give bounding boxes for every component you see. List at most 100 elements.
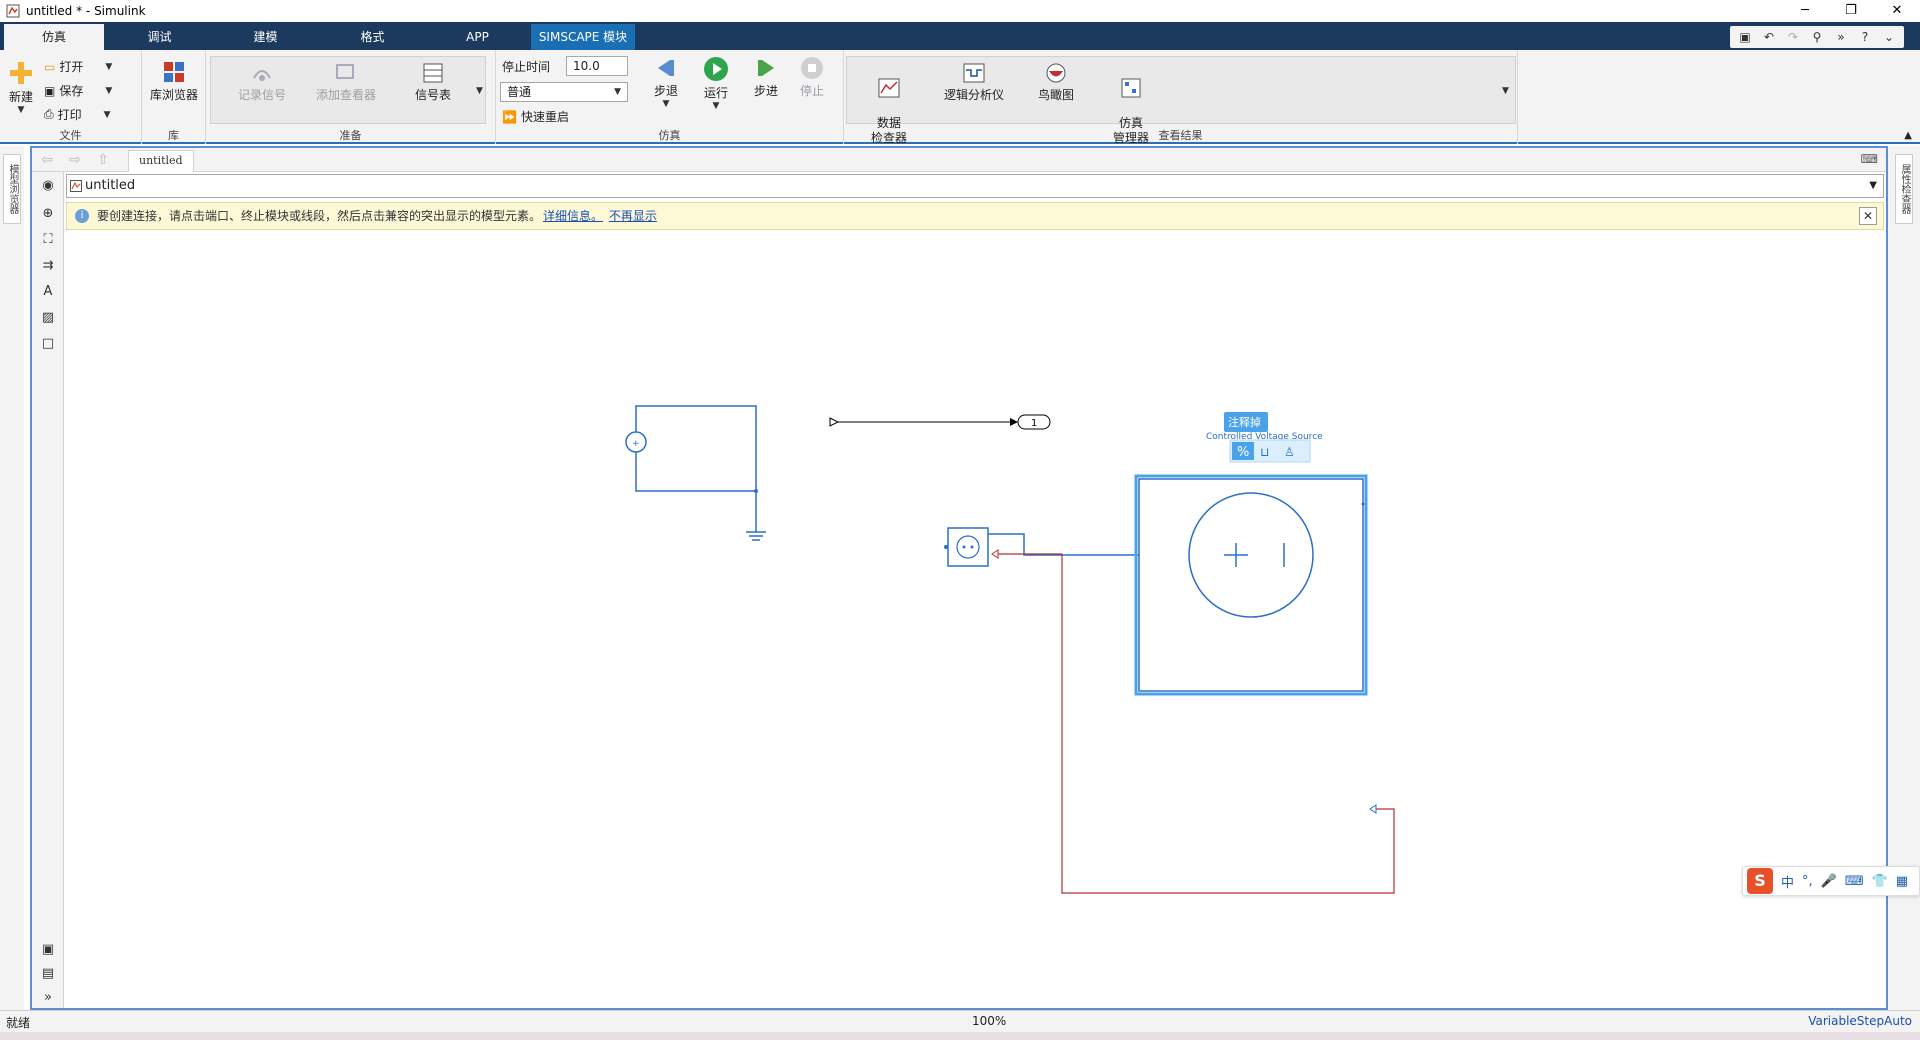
arrows-icon[interactable]: ⇉ xyxy=(38,256,58,276)
address-dropdown-icon[interactable]: ▼ xyxy=(1869,175,1877,197)
title-bar: untitled * - Simulink ─ ❐ ✕ xyxy=(0,0,1920,22)
brush-icon[interactable]: ♙ xyxy=(1284,445,1295,459)
step-back-dropdown-icon[interactable]: ▼ xyxy=(646,99,686,109)
ime-chinese-mode[interactable]: 中 xyxy=(1781,872,1794,891)
step-back-button[interactable]: 步退 ▼ xyxy=(646,56,686,109)
tab-simulation[interactable]: 仿真 xyxy=(4,24,104,50)
signal-source-arrow xyxy=(829,417,840,427)
tab-apps[interactable]: APP xyxy=(430,24,525,50)
group-label-simulate: 仿真 xyxy=(658,129,681,142)
logic-analyzer-button[interactable]: 逻辑分析仪 xyxy=(936,62,1012,103)
birds-eye-button[interactable]: 鸟瞰图 xyxy=(1028,62,1084,103)
toolbox-icon[interactable]: ▦ xyxy=(1896,874,1908,889)
tooltip-text: 注释掉 xyxy=(1228,415,1261,429)
fit-to-view-icon[interactable]: ⛶ xyxy=(38,230,58,250)
zoom-level: 100% xyxy=(972,1014,1007,1028)
tab-modeling[interactable]: 建模 xyxy=(218,24,313,50)
new-button[interactable]: 新建 ▼ xyxy=(4,60,38,115)
area-icon[interactable]: □ xyxy=(38,334,58,354)
block-body[interactable] xyxy=(1138,478,1364,692)
add-viewer-button[interactable]: 添加查看器 xyxy=(306,62,386,103)
blue-connection-wire[interactable] xyxy=(988,533,1139,556)
open-dropdown-icon[interactable]: ▼ xyxy=(105,62,112,72)
expand-toolbar-icon[interactable]: » xyxy=(38,988,58,1008)
log-signals-button[interactable]: 记录信号 xyxy=(226,62,298,103)
report-icon[interactable]: ▤ xyxy=(38,964,58,984)
maximize-button[interactable]: ❐ xyxy=(1828,0,1874,22)
ime-punctuation[interactable]: °, xyxy=(1802,874,1813,889)
library-browser-button[interactable]: 库浏览器 xyxy=(146,60,202,103)
group-review-results: 数据 检查器 逻辑分析仪 鸟瞰图 仿真 管理器 查看结果 xyxy=(844,50,1518,145)
dont-show-again-link[interactable]: 不再显示 xyxy=(609,209,657,223)
stop-button[interactable]: 停止 xyxy=(792,56,832,99)
loop-wire[interactable] xyxy=(635,405,757,492)
step-forward-button[interactable]: 步进 xyxy=(746,56,786,99)
save-button[interactable]: ▣ 保存 ▼ xyxy=(44,82,112,99)
new-dropdown-icon[interactable]: ▼ xyxy=(4,105,38,115)
run-dropdown-icon[interactable]: ▼ xyxy=(696,101,736,111)
image-icon[interactable]: ▨ xyxy=(38,308,58,328)
new-plus-icon xyxy=(10,62,32,84)
disk-icon: ▣ xyxy=(44,83,56,98)
keyboard-icon[interactable]: ⌨ xyxy=(1861,152,1878,166)
help-icon[interactable]: ? xyxy=(1856,29,1874,45)
skin-icon[interactable]: 👕 xyxy=(1872,874,1888,889)
signal-table-button[interactable]: 信号表 xyxy=(402,62,464,103)
annotation-icon[interactable]: A xyxy=(38,282,58,302)
redo-icon[interactable]: ↷ xyxy=(1784,29,1802,45)
comment-through-icon[interactable]: ⊔ xyxy=(1260,445,1269,459)
model-editor: ⇦ ⇨ ⇧ untitled ⌨ ◉ ⊕ ⛶ ⇉ A ▨ □ ▣ ▤ » unt… xyxy=(30,146,1888,1010)
prepare-expand-icon[interactable]: ▼ xyxy=(476,86,483,96)
close-icon[interactable]: ✕ xyxy=(1859,207,1877,225)
run-button[interactable]: 运行 ▼ xyxy=(696,56,736,111)
group-prepare: 记录信号 添加查看器 信号表 ▼ 准备 xyxy=(206,50,496,144)
ribbon-collapse-icon[interactable]: ▲ xyxy=(1904,130,1912,141)
print-button[interactable]: ⎙ 打印 ▼ xyxy=(44,106,111,123)
zoom-icon[interactable]: ⊕ xyxy=(38,204,58,224)
up-arrow-icon[interactable]: ⇧ xyxy=(92,151,114,169)
undo-icon[interactable]: ↶ xyxy=(1760,29,1778,45)
folder-icon: ▭ xyxy=(44,59,56,74)
signal-line[interactable]: 1 xyxy=(829,414,1051,430)
model-tab-untitled[interactable]: untitled xyxy=(128,150,194,172)
group-label-library: 库 xyxy=(168,129,179,142)
collapse-icon[interactable]: ⌄ xyxy=(1880,29,1898,45)
expand-icon[interactable]: » xyxy=(1832,29,1850,45)
hide-show-browser-icon[interactable]: ◉ xyxy=(38,176,58,196)
fast-restart-button[interactable]: ⏩ 快速重启 xyxy=(502,108,569,125)
screenshot-icon[interactable]: ▣ xyxy=(38,940,58,960)
stop-time-input[interactable]: 10.0 xyxy=(566,56,628,76)
tab-debug[interactable]: 调试 xyxy=(112,24,207,50)
simulation-mode-select[interactable]: 普通 ▼ xyxy=(500,82,628,102)
back-arrow-icon[interactable]: ⇦ xyxy=(36,151,58,169)
save-dropdown-icon[interactable]: ▼ xyxy=(105,86,112,96)
model-browser-tab[interactable]: 模型浏览器 xyxy=(3,154,21,224)
taskbar-strip xyxy=(0,1032,1920,1040)
sogou-logo-icon[interactable]: S xyxy=(1747,868,1773,894)
current-sensor-block[interactable] xyxy=(944,527,989,567)
keyboard-icon[interactable]: ⌨ xyxy=(1845,874,1864,889)
left-circuit[interactable]: + xyxy=(625,405,766,541)
search-icon[interactable]: ⚲ xyxy=(1808,29,1826,45)
solver-link[interactable]: VariableStepAuto xyxy=(1808,1014,1912,1028)
details-link[interactable]: 详细信息。 xyxy=(543,209,603,223)
tab-format[interactable]: 格式 xyxy=(325,24,420,50)
group-label-file: 文件 xyxy=(59,129,82,142)
save-icon[interactable]: ▣ xyxy=(1736,29,1754,45)
window-title: untitled * - Simulink xyxy=(26,4,146,18)
minimize-button[interactable]: ─ xyxy=(1782,0,1828,22)
diagram-canvas[interactable]: + 1 Controlled Voltage Source 注释掉 % ⊔ ♙ xyxy=(66,232,1884,1008)
controlled-voltage-source-block[interactable] xyxy=(1134,474,1368,696)
forward-arrow-icon[interactable]: ⇨ xyxy=(64,151,86,169)
print-dropdown-icon[interactable]: ▼ xyxy=(104,110,111,120)
library-browser-icon xyxy=(164,62,184,82)
ribbon-expand-icon[interactable]: ▼ xyxy=(1502,86,1509,96)
block-action-bar: % ⊔ ♙ xyxy=(1229,439,1311,463)
ground-symbol[interactable] xyxy=(746,531,766,541)
close-button[interactable]: ✕ xyxy=(1874,0,1920,22)
open-button[interactable]: ▭ 打开 ▼ xyxy=(44,58,112,75)
tab-simscape-blocks[interactable]: SIMSCAPE 模块 xyxy=(531,24,635,50)
property-inspector-tab[interactable]: 属性检查器 xyxy=(1895,154,1913,224)
microphone-icon[interactable]: 🎤 xyxy=(1821,874,1837,889)
address-bar[interactable]: untitled ▼ xyxy=(66,174,1884,198)
